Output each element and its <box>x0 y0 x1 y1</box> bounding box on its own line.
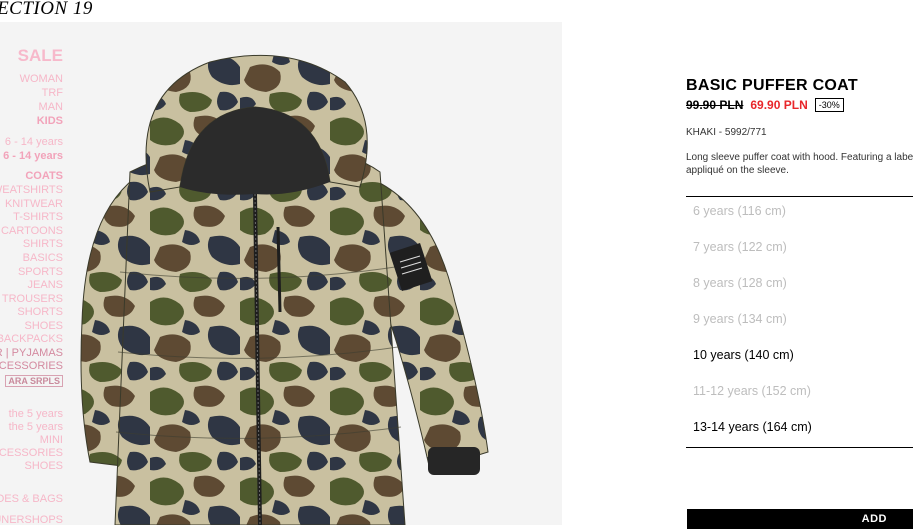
sidebar-item[interactable]: WEATSHIRTS <box>0 184 63 197</box>
sidebar-item[interactable]: SHORTS <box>17 306 63 319</box>
product-image <box>80 54 489 525</box>
sale-price: 69.90 PLN <box>750 98 808 112</box>
sidebar-item[interactable]: SPORTS <box>18 266 63 279</box>
sidebar-item[interactable]: SALE <box>18 46 63 66</box>
size-option[interactable]: 8 years (128 cm) <box>693 276 787 290</box>
sidebar-item[interactable]: OES & BAGS <box>0 493 63 506</box>
sidebar-item[interactable]: the 5 years <box>9 408 63 421</box>
sidebar-item[interactable]: TROUSERS <box>2 293 63 306</box>
size-option[interactable]: 11-12 years (152 cm) <box>693 384 811 398</box>
sidebar-item[interactable]: ACCESSORIES <box>0 360 63 373</box>
sidebar-item[interactable]: ARA SRPLS <box>5 375 63 387</box>
sidebar-item[interactable]: SHOES <box>24 460 63 473</box>
sidebar-item[interactable]: KNITWEAR <box>5 198 63 211</box>
size-option[interactable]: 6 years (116 cm) <box>693 204 786 218</box>
sidebar-item[interactable]: 6 - 14 years <box>5 136 63 149</box>
discount-badge: -30% <box>814 98 844 112</box>
sidebar-item[interactable]: KIDS <box>37 115 63 128</box>
product-description: Long sleeve puffer coat with hood. Featu… <box>686 152 913 176</box>
category-sidebar: SALE WOMAN TRF MAN KIDS 6 - 14 years 6 -… <box>0 22 63 525</box>
sidebar-item[interactable]: COATS <box>25 170 63 183</box>
sidebar-item[interactable]: MINI <box>40 434 63 447</box>
sidebar-item[interactable]: JEANS <box>28 279 63 292</box>
sidebar-item[interactable]: SHIRTS <box>23 238 63 251</box>
sidebar-item[interactable]: CARTOONS <box>1 225 63 238</box>
sidebar-item[interactable]: CESSORIES <box>0 447 63 460</box>
sidebar-item[interactable]: R | PYJAMAS <box>0 347 63 360</box>
product-info: BASIC PUFFER COAT 99.90 PLN 69.90 PLN -3… <box>686 77 913 177</box>
sidebar-item[interactable]: UNERSHOPS <box>0 514 63 525</box>
product-name: BASIC PUFFER COAT <box>686 77 858 94</box>
sidebar-item[interactable]: T-SHIRTS <box>13 211 63 224</box>
size-option[interactable]: 7 years (122 cm) <box>693 240 787 254</box>
sidebar-item[interactable]: 6 - 14 years <box>3 150 63 163</box>
sidebar-item[interactable]: TRF <box>42 87 63 100</box>
sidebar-item[interactable]: MAN <box>39 101 63 114</box>
sidebar-item[interactable]: SHOES <box>24 320 63 333</box>
size-option[interactable]: 13-14 years (164 cm) <box>693 420 812 434</box>
size-selector[interactable]: 6 years (116 cm) 7 years (122 cm) 8 year… <box>686 196 913 448</box>
size-option[interactable]: 9 years (134 cm) <box>693 312 787 326</box>
sidebar-item[interactable]: BASICS <box>23 252 63 265</box>
price-row: 99.90 PLN 69.90 PLN -30% <box>686 98 913 112</box>
sidebar-item[interactable]: WOMAN <box>20 73 63 86</box>
add-to-cart-button[interactable]: ADD <box>687 509 913 529</box>
size-option[interactable]: 10 years (140 cm) <box>693 348 794 362</box>
old-price: 99.90 PLN <box>686 98 744 112</box>
color-reference: KHAKI - 5992/771 <box>686 127 767 138</box>
collection-title: LECTION 19 <box>0 0 93 19</box>
sidebar-item[interactable]: BACKPACKS <box>0 333 63 346</box>
sidebar-item[interactable]: the 5 years <box>9 421 63 434</box>
